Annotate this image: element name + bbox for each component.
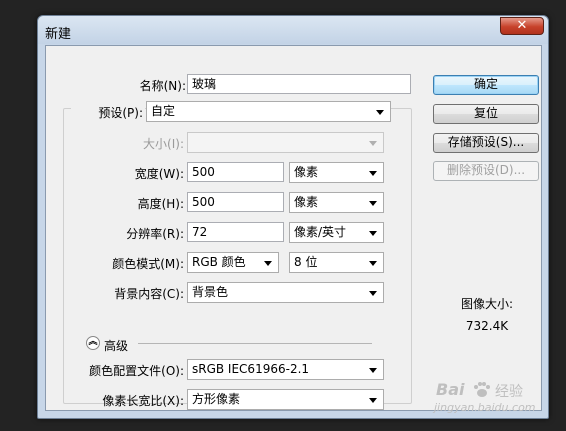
chevron-down-icon — [376, 110, 384, 115]
ok-button[interactable]: 确定 — [433, 75, 539, 95]
color-profile-label: 颜色配置文件(O): — [89, 364, 184, 378]
background-value: 背景色 — [192, 285, 229, 299]
color-mode-label: 颜色模式(M): — [112, 257, 184, 271]
chevron-down-icon — [369, 291, 377, 296]
name-label: 名称(N): — [139, 79, 186, 93]
width-unit-select[interactable]: 像素 — [289, 162, 384, 183]
preset-value: 自定 — [151, 104, 176, 118]
chevron-down-icon — [369, 141, 377, 146]
height-input[interactable]: 500 — [187, 192, 284, 212]
watermark-brand: Bai — [436, 380, 465, 399]
name-input[interactable]: 玻璃 — [187, 74, 411, 94]
image-size-value: 732.4K — [465, 319, 509, 333]
chevron-down-icon — [264, 261, 272, 266]
reset-button[interactable]: 复位 — [433, 104, 539, 124]
new-document-dialog: 新建 ✕ 名称(N): 玻璃 预设(P): 自定 大小(I): 宽度(W): 5… — [37, 15, 549, 419]
title-bar[interactable]: 新建 ✕ — [38, 16, 548, 44]
chevron-down-icon — [369, 231, 377, 236]
dialog-body: 名称(N): 玻璃 预设(P): 自定 大小(I): 宽度(W): 500 像素… — [45, 45, 542, 411]
pixel-aspect-label: 像素长宽比(X): — [102, 394, 184, 408]
chevron-down-icon — [369, 368, 377, 373]
resolution-unit-value: 像素/英寸 — [294, 225, 347, 239]
bit-depth-select[interactable]: 8 位 — [289, 252, 384, 273]
advanced-label: 高级 — [104, 339, 129, 353]
chevron-down-icon — [369, 261, 377, 266]
background-label: 背景内容(C): — [114, 287, 184, 301]
watermark-brand2: 经验 — [495, 384, 523, 400]
size-label: 大小(I): — [143, 137, 184, 151]
color-mode-value: RGB 颜色 — [192, 255, 246, 269]
collapse-advanced-icon[interactable]: ︽ — [86, 336, 100, 350]
size-select[interactable] — [187, 132, 384, 153]
background-select[interactable]: 背景色 — [187, 282, 384, 303]
delete-preset-button[interactable]: 删除预设(D)... — [433, 161, 539, 181]
color-mode-select[interactable]: RGB 颜色 — [187, 252, 279, 273]
chevron-down-icon — [369, 398, 377, 403]
preset-label: 预设(P): — [71, 104, 145, 121]
close-icon: ✕ — [516, 18, 528, 33]
pixel-aspect-value: 方形像素 — [192, 392, 241, 406]
paw-icon — [472, 381, 492, 399]
chevron-down-icon — [369, 201, 377, 206]
height-unit-select[interactable]: 像素 — [289, 192, 384, 213]
width-input[interactable]: 500 — [187, 162, 284, 182]
close-button[interactable]: ✕ — [500, 17, 544, 35]
save-preset-button[interactable]: 存储预设(S)... — [433, 133, 539, 153]
height-unit-value: 像素 — [294, 195, 319, 209]
image-size-label: 图像大小: — [460, 297, 514, 311]
width-label: 宽度(W): — [134, 167, 184, 181]
pixel-aspect-select[interactable]: 方形像素 — [187, 389, 384, 410]
dialog-title: 新建 — [45, 27, 72, 42]
height-label: 高度(H): — [137, 197, 184, 211]
bit-depth-value: 8 位 — [294, 255, 318, 269]
width-unit-value: 像素 — [294, 165, 319, 179]
resolution-input[interactable]: 72 — [187, 222, 284, 242]
watermark-url: jingyan.baidu.com — [434, 401, 536, 414]
resolution-unit-select[interactable]: 像素/英寸 — [289, 222, 384, 243]
advanced-divider — [138, 343, 372, 344]
color-profile-value: sRGB IEC61966-2.1 — [192, 362, 310, 376]
color-profile-select[interactable]: sRGB IEC61966-2.1 — [187, 359, 384, 380]
preset-select[interactable]: 自定 — [146, 101, 391, 122]
resolution-label: 分辨率(R): — [126, 227, 184, 241]
chevron-down-icon — [369, 171, 377, 176]
